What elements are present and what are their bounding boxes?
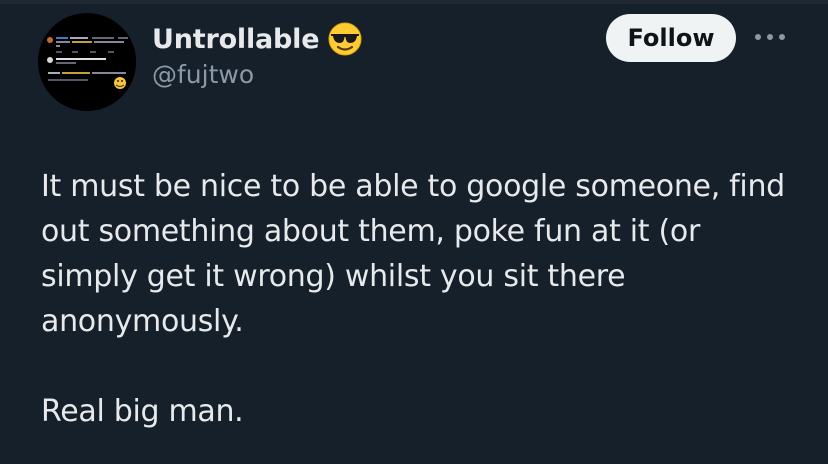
avatar[interactable] xyxy=(38,13,136,111)
tweet-paragraph: It must be nice to be able to google som… xyxy=(41,169,785,339)
display-name[interactable]: Untrollable xyxy=(152,24,320,55)
follow-button[interactable]: Follow xyxy=(606,14,736,62)
tweet-text: It must be nice to be able to google som… xyxy=(41,164,801,434)
top-divider xyxy=(0,0,828,4)
avatar-image xyxy=(38,13,136,111)
author-name-row[interactable]: Untrollable xyxy=(152,18,363,60)
more-button[interactable] xyxy=(750,22,790,52)
tweet: Untrollable @fujtwo Follow It must be ni… xyxy=(0,0,828,464)
more-horizontal-icon xyxy=(755,34,785,40)
smiling-face-with-sunglasses-icon xyxy=(327,21,363,57)
tweet-paragraph: Real big man. xyxy=(41,394,244,429)
author-handle[interactable]: @fujtwo xyxy=(152,60,254,89)
